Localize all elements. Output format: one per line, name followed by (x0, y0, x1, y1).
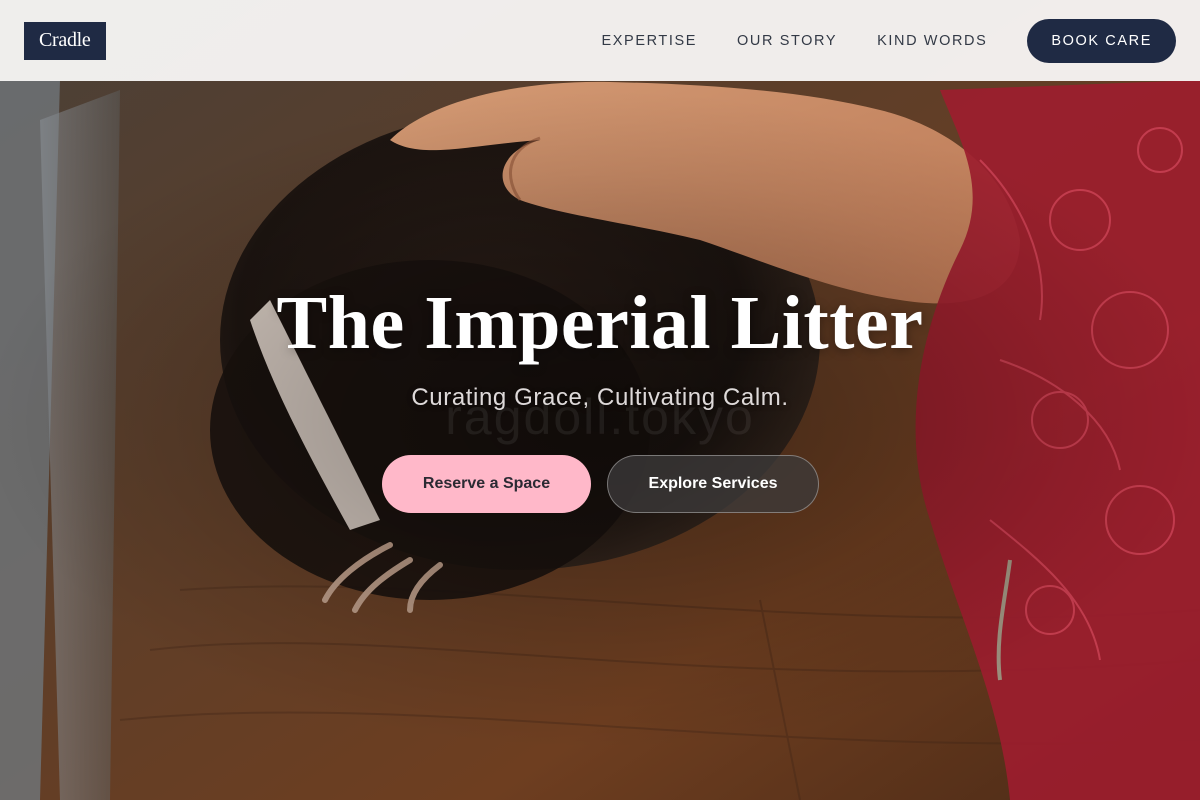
explore-services-button[interactable]: Explore Services (607, 455, 819, 513)
hero-content: The Imperial Litter ragdoll.tokyo Curati… (0, 0, 1200, 800)
brand-logo[interactable]: Cradle (24, 21, 106, 60)
book-care-button[interactable]: BOOK CARE (1027, 18, 1176, 63)
hero-subtitle: Curating Grace, Cultivating Calm. (411, 384, 789, 411)
brand-logo-text: Cradle (39, 29, 91, 51)
nav-link-expertise[interactable]: EXPERTISE (602, 33, 698, 49)
nav-links: EXPERTISE OUR STORY KIND WORDS BOOK CARE (562, 18, 1176, 63)
hero-cta-group: Reserve a Space Explore Services (382, 455, 819, 513)
reserve-space-button[interactable]: Reserve a Space (382, 455, 591, 513)
hero-title: The Imperial Litter (276, 281, 924, 365)
nav-link-kind-words[interactable]: KIND WORDS (877, 33, 987, 49)
nav-link-our-story[interactable]: OUR STORY (737, 33, 837, 49)
top-navbar: Cradle EXPERTISE OUR STORY KIND WORDS BO… (0, 0, 1200, 81)
